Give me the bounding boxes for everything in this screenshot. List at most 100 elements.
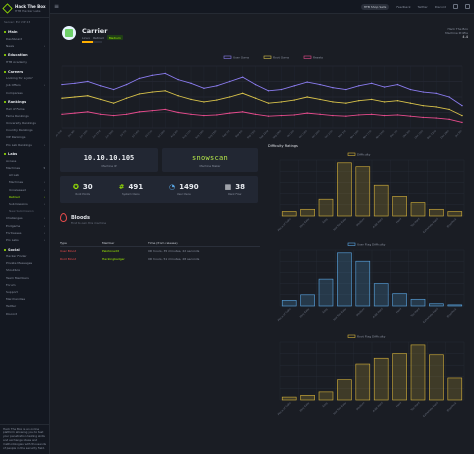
data-point[interactable] [370,98,373,101]
bar[interactable] [429,354,444,401]
sidebar-item-machines[interactable]: Machines ▾ [0,164,49,171]
sidebar-item-htb-academy[interactable]: HTB Academy [0,58,49,65]
data-point[interactable] [112,114,115,117]
data-point[interactable] [319,98,321,101]
data-point[interactable] [190,113,192,116]
data-point[interactable] [319,113,321,116]
data-point[interactable] [254,113,257,116]
data-point[interactable] [87,111,89,113]
bar[interactable] [337,252,352,307]
data-point[interactable] [241,92,244,94]
data-point[interactable] [306,112,308,114]
data-point[interactable] [409,115,412,117]
data-point[interactable] [61,113,63,116]
data-point[interactable] [125,113,128,116]
data-point[interactable] [164,108,166,111]
bar[interactable] [429,303,444,307]
data-point[interactable] [216,99,218,101]
data-point[interactable] [216,114,218,116]
bar[interactable] [281,396,297,401]
shop-pill[interactable]: HTB Shop Sells [360,3,390,10]
legend-label[interactable]: User Owns [233,56,250,60]
sidebar-item-fortresses[interactable]: Fortresses › [0,229,49,236]
bar[interactable] [410,298,426,307]
bar[interactable] [281,300,297,307]
data-point[interactable] [164,72,166,75]
legend-label[interactable]: Resets [313,56,323,60]
data-point[interactable] [435,106,437,108]
data-point[interactable] [125,97,128,99]
bar[interactable] [337,162,352,217]
data-point[interactable] [177,78,179,81]
sidebar-item-pro-lab-rankings[interactable]: Pro Lab Rankings › [0,141,49,148]
data-point[interactable] [254,97,257,99]
data-point[interactable] [358,85,360,87]
data-point[interactable] [241,111,244,113]
bar[interactable] [355,166,371,217]
sidebar-item-hall-of-fame[interactable]: Hall of Fame [0,105,49,112]
sidebar-item-forum[interactable]: Forum [0,281,49,288]
sidebar-item-fame-rankings[interactable]: Fame Rankings [0,112,49,119]
sidebar-item-looking-for-a-job[interactable]: Looking for a Job? [0,75,49,82]
bar[interactable] [410,344,426,401]
data-point[interactable] [280,114,283,117]
data-point[interactable] [229,96,231,98]
data-point[interactable] [125,83,128,86]
data-point[interactable] [422,116,424,119]
data-point[interactable] [112,88,115,91]
data-point[interactable] [138,93,141,95]
data-point[interactable] [241,76,244,78]
bar[interactable] [300,208,315,217]
feedback-link[interactable]: Feedback [396,5,410,9]
data-point[interactable] [203,87,205,90]
sidebar-item-new-submission[interactable]: New Submission [0,208,49,215]
data-point[interactable] [267,102,270,104]
data-point[interactable] [306,81,308,83]
sidebar-item-job-offers[interactable]: Job Offers › [0,82,49,89]
data-point[interactable] [370,113,373,116]
data-point[interactable] [306,96,308,98]
data-point[interactable] [254,83,257,86]
data-point[interactable] [293,114,295,116]
sidebar-item-all-lab[interactable]: All Lab [0,172,49,179]
sidebar-item-challenges[interactable]: Challenges › [0,215,49,222]
data-point[interactable] [422,91,424,93]
discord-link[interactable]: Discord [435,5,446,9]
data-point[interactable] [448,108,450,111]
sidebar-item-merchandise[interactable]: Merchandise [0,296,49,303]
data-point[interactable] [203,114,205,117]
data-point[interactable] [345,88,347,91]
data-point[interactable] [319,83,321,86]
notifications-icon[interactable] [453,4,458,9]
data-point[interactable] [138,77,141,80]
sidebar-item-unreleased[interactable]: Unreleased › [0,186,49,193]
data-point[interactable] [61,83,63,86]
data-point[interactable] [177,95,179,97]
bar[interactable] [281,211,297,217]
data-point[interactable] [396,83,399,86]
data-point[interactable] [190,82,192,85]
data-point[interactable] [345,102,347,104]
data-point[interactable] [461,121,463,124]
sidebar-item-endgame[interactable]: Endgame › [0,222,49,229]
data-point[interactable] [74,112,76,114]
bar[interactable] [318,278,334,307]
data-point[interactable] [216,85,218,87]
blood-member[interactable]: Pelotonedit [102,249,148,253]
data-point[interactable] [100,113,102,116]
data-point[interactable] [112,102,115,104]
bar[interactable] [447,304,463,307]
bar[interactable] [447,211,463,217]
data-point[interactable] [74,82,76,85]
bar[interactable] [373,184,389,217]
data-point[interactable] [396,114,399,116]
data-point[interactable] [435,92,437,94]
data-point[interactable] [461,104,463,107]
data-point[interactable] [332,87,334,89]
data-point[interactable] [461,114,463,117]
data-point[interactable] [448,96,450,98]
sidebar-item-shoutbox[interactable]: Shoutbox [0,267,49,274]
data-point[interactable] [332,101,334,103]
sidebar-item-dashboard[interactable]: Dashboard [0,35,49,42]
data-point[interactable] [229,112,231,114]
